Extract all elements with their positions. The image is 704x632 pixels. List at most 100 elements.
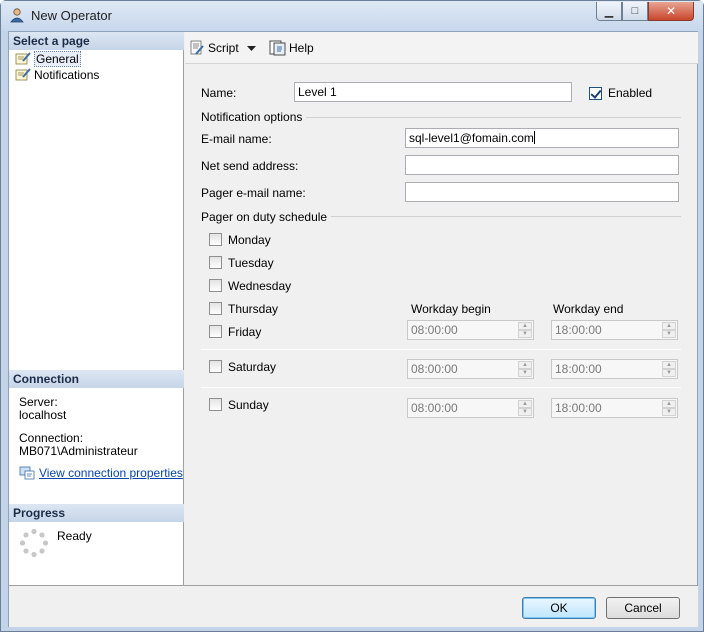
window-title: New Operator (31, 8, 112, 23)
thursday-label: Thursday (228, 302, 279, 316)
netsend-input[interactable] (405, 155, 679, 175)
schedule-separator (201, 387, 681, 388)
pager-email-label: Pager e-mail name: (201, 186, 306, 200)
sunday-begin-time[interactable]: 08:00:00 ▲ ▼ (407, 398, 534, 418)
script-icon (190, 40, 204, 55)
server-value: localhost (19, 408, 67, 422)
enabled-checkbox[interactable] (589, 87, 602, 100)
script-button[interactable]: Script (189, 40, 239, 56)
friday-label: Friday (228, 325, 262, 339)
pager-email-input[interactable] (405, 182, 679, 202)
spin-buttons[interactable]: ▲ ▼ (518, 361, 532, 377)
page-icon (15, 52, 31, 65)
sunday-label: Sunday (228, 398, 269, 412)
email-value: sql-level1@fomain.com (409, 131, 534, 145)
cancel-button[interactable]: Cancel (606, 597, 680, 619)
spin-up-icon[interactable]: ▲ (518, 400, 532, 408)
page-item-label: General (34, 51, 81, 67)
sunday-begin-value: 08:00:00 (411, 401, 458, 415)
friday-end-value: 18:00:00 (555, 323, 602, 337)
wednesday-label: Wednesday (228, 279, 292, 293)
schedule-separator (201, 349, 681, 350)
page-item-notifications[interactable]: Notifications (15, 67, 99, 83)
netsend-label: Net send address: (201, 159, 299, 173)
general-page-form: Name: Level 1 Enabled Notification optio… (185, 65, 698, 585)
workday-begin-label: Workday begin (411, 302, 491, 316)
sunday-checkbox[interactable] (209, 398, 222, 411)
help-label: Help (289, 41, 314, 55)
ok-button[interactable]: OK (522, 597, 596, 619)
spin-down-icon[interactable]: ▼ (518, 369, 532, 377)
sunday-end-time[interactable]: 18:00:00 ▲ ▼ (551, 398, 678, 418)
pager-schedule-title: Pager on duty schedule (201, 210, 332, 224)
connection-value: MB071\Administrateur (19, 444, 138, 458)
spin-buttons[interactable]: ▲ ▼ (662, 400, 676, 416)
view-connection-properties[interactable]: View connection properties (19, 466, 183, 480)
sunday-end-value: 18:00:00 (555, 401, 602, 415)
friday-checkbox[interactable] (209, 325, 222, 338)
saturday-begin-value: 08:00:00 (411, 362, 458, 376)
select-page-header: Select a page (9, 32, 184, 50)
page-icon (15, 68, 31, 81)
spin-down-icon[interactable]: ▼ (518, 408, 532, 416)
left-pane: Select a page General Notifications Conn… (9, 32, 184, 585)
title-bar[interactable]: New Operator ▁ □ ✕ (1, 1, 703, 31)
saturday-begin-time[interactable]: 08:00:00 ▲ ▼ (407, 359, 534, 379)
spin-buttons[interactable]: ▲ ▼ (518, 400, 532, 416)
saturday-end-time[interactable]: 18:00:00 ▲ ▼ (551, 359, 678, 379)
saturday-checkbox[interactable] (209, 360, 222, 373)
help-button[interactable]: Help (269, 40, 314, 56)
friday-begin-time[interactable]: 08:00:00 ▲ ▼ (407, 320, 534, 340)
spin-buttons[interactable]: ▲ ▼ (662, 361, 676, 377)
spin-up-icon[interactable]: ▲ (518, 322, 532, 330)
wednesday-checkbox[interactable] (209, 279, 222, 292)
maximize-button[interactable]: □ (622, 2, 648, 21)
friday-end-time[interactable]: 18:00:00 ▲ ▼ (551, 320, 678, 340)
script-dropdown-button[interactable] (247, 46, 259, 51)
toolbar: Script Help (185, 32, 698, 64)
spin-buttons[interactable]: ▲ ▼ (518, 322, 532, 338)
saturday-end-value: 18:00:00 (555, 362, 602, 376)
connection-header: Connection (9, 370, 184, 388)
email-input[interactable]: sql-level1@fomain.com (405, 128, 679, 148)
dialog-button-bar: OK Cancel (9, 585, 698, 627)
enabled-label: Enabled (608, 86, 653, 100)
progress-spinner-icon (19, 528, 49, 558)
progress-status: Ready (57, 529, 92, 543)
spin-up-icon[interactable]: ▲ (662, 322, 676, 330)
tuesday-checkbox[interactable] (209, 256, 222, 269)
notification-options-title: Notification options (201, 110, 307, 124)
page-item-general[interactable]: General (15, 51, 81, 67)
thursday-checkbox[interactable] (209, 302, 222, 315)
spin-down-icon[interactable]: ▼ (518, 330, 532, 338)
email-label: E-mail name: (201, 132, 272, 146)
connection-properties-icon (19, 466, 35, 480)
view-connection-link[interactable]: View connection properties (39, 466, 183, 480)
operator-icon (10, 8, 24, 23)
page-item-label: Notifications (34, 68, 100, 82)
dialog-window: New Operator ▁ □ ✕ Select a page General (0, 0, 704, 632)
script-label: Script (208, 41, 239, 55)
name-label: Name: (201, 86, 237, 100)
spin-up-icon[interactable]: ▲ (518, 361, 532, 369)
help-icon (269, 40, 286, 56)
spin-up-icon[interactable]: ▲ (662, 400, 676, 408)
friday-begin-value: 08:00:00 (411, 323, 458, 337)
monday-label: Monday (228, 233, 271, 247)
spin-down-icon[interactable]: ▼ (662, 408, 676, 416)
chevron-down-icon (247, 46, 256, 51)
text-caret (533, 131, 535, 144)
spin-down-icon[interactable]: ▼ (662, 330, 676, 338)
spin-buttons[interactable]: ▲ ▼ (662, 322, 676, 338)
spin-down-icon[interactable]: ▼ (662, 369, 676, 377)
close-button[interactable]: ✕ (648, 2, 694, 21)
saturday-label: Saturday (228, 360, 277, 374)
workday-end-label: Workday end (553, 302, 624, 316)
monday-checkbox[interactable] (209, 233, 222, 246)
minimize-button[interactable]: ▁ (596, 2, 622, 21)
dialog-client: Select a page General Notifications Conn… (8, 31, 698, 627)
tuesday-label: Tuesday (228, 256, 274, 270)
progress-header: Progress (9, 504, 184, 522)
spin-up-icon[interactable]: ▲ (662, 361, 676, 369)
name-input[interactable]: Level 1 (294, 82, 572, 102)
